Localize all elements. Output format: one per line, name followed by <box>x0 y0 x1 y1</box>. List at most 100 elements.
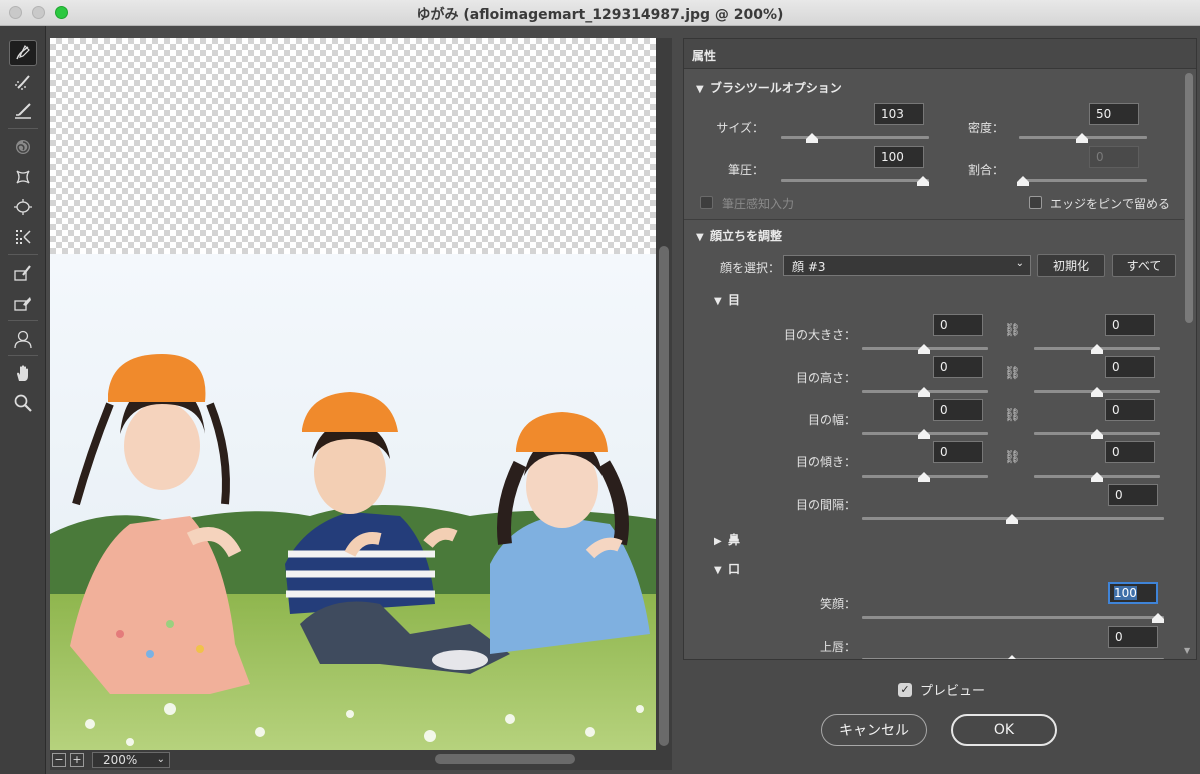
triangle-right-icon: ▶ <box>714 536 722 547</box>
nose-section-toggle[interactable]: ▶ 鼻 <box>714 531 740 548</box>
preview-checkbox[interactable]: ✓ <box>898 682 912 697</box>
tool-bar <box>0 26 46 774</box>
triangle-down-icon: ▼ <box>696 232 704 243</box>
all-button[interactable]: すべて <box>1112 254 1176 277</box>
preview-label: プレビュー <box>920 684 986 699</box>
smile-value: 100 <box>1114 586 1137 600</box>
toolbar-divider <box>8 320 38 321</box>
mouth-title: 口 <box>728 562 741 576</box>
eye-size-right-input[interactable]: 0 <box>1105 314 1155 336</box>
window-title: ゆがみ (afloimagemart_129314987.jpg @ 200%) <box>416 7 784 23</box>
title-bar: ゆがみ (afloimagemart_129314987.jpg @ 200%) <box>0 0 1200 26</box>
properties-panel: 属性 ▼ ▼ ブラシツールオプション サイズ： 103 密度： 50 筆圧： 10… <box>683 38 1197 660</box>
eye-tilt-right-input[interactable]: 0 <box>1105 441 1155 463</box>
rate-slider-track[interactable] <box>1019 179 1147 182</box>
forward-warp-tool-icon[interactable] <box>9 40 37 66</box>
brush-options-title: ブラシツールオプション <box>710 81 842 95</box>
brush-options-section-toggle[interactable]: ▼ ブラシツールオプション <box>696 79 842 96</box>
zoom-level-value: 200% <box>103 753 138 767</box>
select-face-dropdown[interactable]: 顔 #3 ⌄ <box>783 255 1031 276</box>
face-tool-icon[interactable] <box>9 326 37 352</box>
link-icon[interactable]: ⛓ <box>1004 366 1021 381</box>
link-icon[interactable]: ⛓ <box>1004 408 1021 423</box>
triangle-down-icon: ▼ <box>696 84 704 95</box>
stylus-pressure-label: 筆圧感知入力 <box>722 197 795 211</box>
freeze-mask-tool-icon[interactable] <box>9 260 37 286</box>
ok-button[interactable]: OK <box>951 714 1057 746</box>
scroll-thumb[interactable] <box>1185 73 1193 323</box>
scroll-down-icon[interactable]: ▼ <box>1184 646 1190 655</box>
smile-input[interactable]: 100 <box>1108 582 1158 604</box>
size-input[interactable]: 103 <box>874 103 924 125</box>
eye-height-label: 目の高さ： <box>795 371 856 385</box>
zoom-tool-icon[interactable] <box>9 390 37 416</box>
link-icon[interactable]: ⛓ <box>1004 323 1021 338</box>
cancel-button[interactable]: キャンセル <box>821 714 927 746</box>
size-label: サイズ： <box>716 121 764 135</box>
push-left-tool-icon[interactable] <box>9 224 37 250</box>
transparent-area <box>50 38 656 254</box>
image-canvas[interactable] <box>50 38 656 750</box>
select-face-value: 顔 #3 <box>792 260 826 274</box>
reset-button[interactable]: 初期化 <box>1037 254 1105 277</box>
pin-edges-checkbox[interactable] <box>1029 196 1042 209</box>
chevron-down-icon: ⌄ <box>156 754 165 765</box>
canvas-vertical-scrollbar[interactable] <box>656 38 672 750</box>
zoom-in-button[interactable]: + <box>70 753 84 767</box>
upper-lip-input[interactable]: 0 <box>1108 626 1158 648</box>
panel-title: 属性 <box>692 49 717 63</box>
zoom-control: − + 200% ⌄ <box>52 752 170 768</box>
triangle-down-icon: ▼ <box>714 565 722 576</box>
zoom-out-button[interactable]: − <box>52 753 66 767</box>
eye-tilt-left-input[interactable]: 0 <box>933 441 983 463</box>
smile-slider-track[interactable] <box>862 616 1164 619</box>
panel-header: 属性 <box>684 39 1196 69</box>
thaw-mask-tool-icon[interactable] <box>9 290 37 316</box>
photo-children-on-grass <box>50 254 656 750</box>
eye-width-left-input[interactable]: 0 <box>933 399 983 421</box>
mouth-section-toggle[interactable]: ▼ 口 <box>714 560 740 577</box>
pressure-slider-track[interactable] <box>781 179 929 182</box>
rate-input[interactable]: 0 <box>1089 146 1139 168</box>
preview-toggle[interactable]: ✓ プレビュー <box>898 680 985 699</box>
face-aware-section-toggle[interactable]: ▼ 顔立ちを調整 <box>696 227 782 244</box>
upper-lip-label: 上唇： <box>819 640 856 654</box>
eye-width-right-input[interactable]: 0 <box>1105 399 1155 421</box>
size-slider-track[interactable] <box>781 136 929 139</box>
eyes-title: 目 <box>728 293 741 307</box>
eye-height-left-input[interactable]: 0 <box>933 356 983 378</box>
toolbar-divider <box>8 254 38 255</box>
eyes-section-toggle[interactable]: ▼ 目 <box>714 291 740 308</box>
toolbar-divider <box>8 128 38 129</box>
eye-tilt-label: 目の傾き： <box>795 455 856 469</box>
scroll-thumb[interactable] <box>659 246 669 746</box>
zoom-level-select[interactable]: 200% ⌄ <box>92 752 170 768</box>
panel-scrollbar[interactable]: ▼ <box>1184 73 1194 655</box>
hand-tool-icon[interactable] <box>9 360 37 386</box>
section-divider <box>684 219 1184 220</box>
eye-size-label: 目の大きさ： <box>783 328 856 342</box>
stylus-pressure-checkbox[interactable] <box>700 196 713 209</box>
triangle-down-icon: ▼ <box>714 296 722 307</box>
pucker-tool-icon[interactable] <box>9 164 37 190</box>
twirl-tool-icon[interactable] <box>9 134 37 160</box>
rate-label: 割合： <box>967 163 1004 177</box>
eye-distance-label: 目の間隔： <box>795 498 856 512</box>
density-input[interactable]: 50 <box>1089 103 1139 125</box>
bloat-tool-icon[interactable] <box>9 194 37 220</box>
eye-distance-input[interactable]: 0 <box>1108 484 1158 506</box>
pressure-input[interactable]: 100 <box>874 146 924 168</box>
smile-label: 笑顔： <box>819 597 856 611</box>
density-label: 密度： <box>967 121 1004 135</box>
link-icon[interactable]: ⛓ <box>1004 450 1021 465</box>
face-aware-title: 顔立ちを調整 <box>710 229 783 243</box>
reconstruct-tool-icon[interactable] <box>9 70 37 96</box>
eye-size-left-input[interactable]: 0 <box>933 314 983 336</box>
pin-edges-label: エッジをピンで留める <box>1050 197 1171 211</box>
smooth-tool-icon[interactable] <box>9 98 37 124</box>
eye-width-label: 目の幅： <box>807 413 856 427</box>
toolbar-divider <box>8 355 38 356</box>
pressure-label: 筆圧： <box>727 163 764 177</box>
scroll-thumb[interactable] <box>435 754 575 764</box>
eye-height-right-input[interactable]: 0 <box>1105 356 1155 378</box>
